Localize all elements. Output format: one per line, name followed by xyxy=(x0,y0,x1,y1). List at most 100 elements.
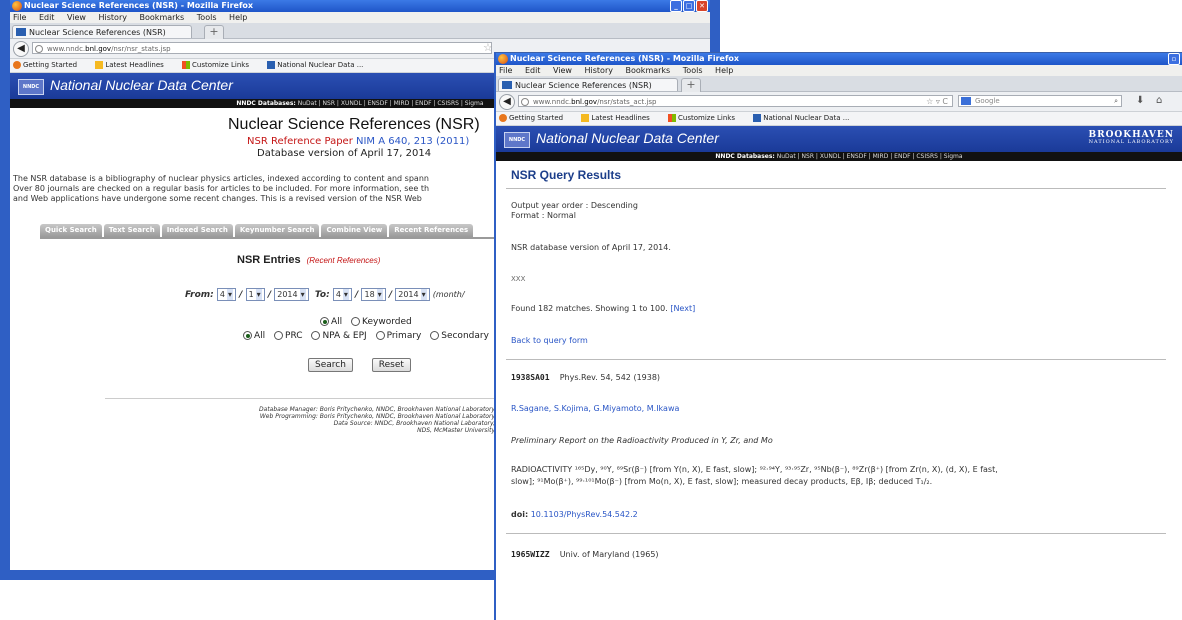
menu-tools[interactable]: Tools xyxy=(197,13,217,22)
minimize-button[interactable]: _ xyxy=(670,0,682,12)
menu-file[interactable]: File xyxy=(499,66,512,75)
nndc-bookmark-icon xyxy=(267,61,276,69)
url-bar[interactable]: www.nndc.bnl.gov/nsr/stats_act.jsp ☆ ▿ C xyxy=(518,95,953,107)
to-year-select[interactable]: 2014 xyxy=(395,288,430,301)
menu-bar: File Edit View History Bookmarks Tools H… xyxy=(496,65,1182,76)
window-title: Nuclear Science References (NSR) - Mozil… xyxy=(24,1,254,10)
credits-line: Web Programming: Boris Pritychenko, NNDC… xyxy=(259,413,495,420)
rss-icon xyxy=(581,114,590,122)
bookmark-getting-started[interactable]: Getting Started xyxy=(499,114,571,122)
bookmark-nndc[interactable]: National Nuclear Data ... xyxy=(753,114,857,122)
menu-file[interactable]: File xyxy=(13,13,26,22)
menu-help[interactable]: Help xyxy=(229,13,247,22)
entry-key[interactable]: 1965WIZZ xyxy=(511,550,550,559)
menu-history[interactable]: History xyxy=(99,13,127,22)
window-titlebar: Nuclear Science References (NSR) - Mozil… xyxy=(496,53,1182,65)
divider xyxy=(506,359,1166,360)
tab-quick-search[interactable]: Quick Search xyxy=(40,224,102,237)
radio-journal-all[interactable] xyxy=(243,331,252,340)
magnifier-icon[interactable]: ⌕ xyxy=(1114,96,1118,107)
entry-reference: Phys.Rev. 54, 542 (1938) xyxy=(559,373,661,382)
search-button[interactable]: Search xyxy=(308,358,353,372)
bookmark-latest-headlines[interactable]: Latest Headlines xyxy=(581,114,657,122)
nav-bar: ◀ www.nndc.bnl.gov/nsr/stats_act.jsp ☆ ▿… xyxy=(496,92,1182,112)
reference-paper-label: NSR Reference Paper xyxy=(247,136,353,147)
download-icon[interactable]: ⬇ xyxy=(1136,95,1144,106)
entries-title: NSR Entries xyxy=(237,254,301,266)
brookhaven-name: BROOKHAVEN xyxy=(1088,130,1174,140)
menu-bookmarks[interactable]: Bookmarks xyxy=(140,13,185,22)
menu-bookmarks[interactable]: Bookmarks xyxy=(626,66,671,75)
nndc-logo[interactable]: NNDC xyxy=(504,132,530,148)
tab-indexed-search[interactable]: Indexed Search xyxy=(161,224,233,237)
entry-authors[interactable]: R.Sagane, S.Kojima, G.Miyamoto, M.Ikawa xyxy=(511,404,679,413)
home-icon[interactable]: ⌂ xyxy=(1156,95,1162,106)
brookhaven-logo[interactable]: BROOKHAVEN NATIONAL LABORATORY xyxy=(1088,130,1175,146)
new-tab-button[interactable]: + xyxy=(681,78,701,93)
keyword-radio-group: All Keyworded xyxy=(314,317,412,327)
output-format: Format : Normal xyxy=(511,211,576,220)
radio-npa-epj[interactable] xyxy=(311,331,321,340)
menu-help[interactable]: Help xyxy=(715,66,733,75)
entries-heading: NSR Entries (Recent References) xyxy=(237,254,380,266)
reset-button[interactable]: Reset xyxy=(371,358,411,372)
browser-tab[interactable]: Nuclear Science References (NSR) xyxy=(12,25,192,38)
bookmark-nndc[interactable]: National Nuclear Data ... xyxy=(267,61,371,69)
radio-keyworded[interactable] xyxy=(351,317,361,326)
close-button[interactable]: ✕ xyxy=(696,0,708,12)
to-day-select[interactable]: 18 xyxy=(361,288,386,301)
back-to-query-link[interactable]: Back to query form xyxy=(511,336,588,345)
from-day-select[interactable]: 1 xyxy=(245,288,265,301)
tab-combine-view[interactable]: Combine View xyxy=(321,224,388,237)
databases-links[interactable]: NuDat | NSR | XUNDL | ENSDF | MIRD | END… xyxy=(298,100,484,107)
search-box[interactable]: Google ⌕ xyxy=(958,95,1122,107)
new-tab-button[interactable]: + xyxy=(204,25,224,40)
tab-text-search[interactable]: Text Search xyxy=(103,224,160,237)
bookmark-customize-links[interactable]: Customize Links xyxy=(182,61,257,69)
entry-doi: doi: 10.1103/PhysRev.54.542.2 xyxy=(511,510,638,519)
radio-label: PRC xyxy=(285,331,303,341)
reference-paper: NSR Reference Paper NIM A 640, 213 (2011… xyxy=(247,136,469,147)
from-month-select[interactable]: 4 xyxy=(216,288,237,301)
radio-secondary[interactable] xyxy=(430,331,440,340)
url-prefix: www.nndc. xyxy=(47,45,86,53)
browser-tab[interactable]: Nuclear Science References (NSR) xyxy=(498,78,678,91)
radio-prc[interactable] xyxy=(274,331,284,340)
windows-icon xyxy=(182,61,191,69)
tab-recent-references[interactable]: Recent References xyxy=(389,224,474,237)
star-icon[interactable]: ☆ xyxy=(483,41,493,54)
menu-view[interactable]: View xyxy=(67,13,86,22)
radio-all[interactable] xyxy=(320,317,329,326)
reload-icon[interactable]: ☆ ▿ C xyxy=(926,96,948,108)
bookmark-latest-headlines[interactable]: Latest Headlines xyxy=(95,61,171,69)
next-link[interactable]: [Next] xyxy=(670,304,695,313)
from-year-select[interactable]: 2014 xyxy=(274,288,309,301)
menu-edit[interactable]: Edit xyxy=(525,66,541,75)
menu-history[interactable]: History xyxy=(585,66,613,75)
to-month-select[interactable]: 4 xyxy=(332,288,352,301)
nndc-logo[interactable]: NNDC xyxy=(18,79,44,95)
menu-edit[interactable]: Edit xyxy=(39,13,55,22)
nndc-bookmark-icon xyxy=(753,114,762,122)
databases-links[interactable]: NuDat | NSR | XUNDL | ENSDF | MIRD | END… xyxy=(777,153,963,160)
url-bar[interactable]: www.nndc.bnl.gov/nsr/nsr_stats.jsp xyxy=(32,42,492,54)
back-arrow-icon[interactable]: ◀ xyxy=(13,41,29,57)
bookmark-label: Customize Links xyxy=(678,114,735,122)
from-label: From: xyxy=(185,290,214,300)
maximize-button[interactable]: □ xyxy=(683,0,695,12)
radio-primary[interactable] xyxy=(375,331,385,340)
menu-tools[interactable]: Tools xyxy=(683,66,703,75)
radio-label: Primary xyxy=(386,331,422,341)
bookmark-getting-started[interactable]: Getting Started xyxy=(13,61,85,69)
back-arrow-icon[interactable]: ◀ xyxy=(499,94,515,110)
reference-paper-link[interactable]: NIM A 640, 213 (2011) xyxy=(356,136,469,147)
tab-keynumber-search[interactable]: Keynumber Search xyxy=(234,224,320,237)
form-buttons: Search Reset xyxy=(308,358,427,372)
entry-keywords: RADIOACTIVITY ¹⁶⁵Dy, ⁹⁰Y, ⁸⁹Sr(β⁻) [from… xyxy=(511,465,998,474)
menu-view[interactable]: View xyxy=(553,66,572,75)
bookmark-customize-links[interactable]: Customize Links xyxy=(668,114,743,122)
restore-button[interactable]: ▫ xyxy=(1168,53,1180,65)
doi-link[interactable]: 10.1103/PhysRev.54.542.2 xyxy=(531,510,638,519)
entry-key[interactable]: 1938SA01 xyxy=(511,373,550,382)
url-host: bnl.gov xyxy=(571,98,598,106)
